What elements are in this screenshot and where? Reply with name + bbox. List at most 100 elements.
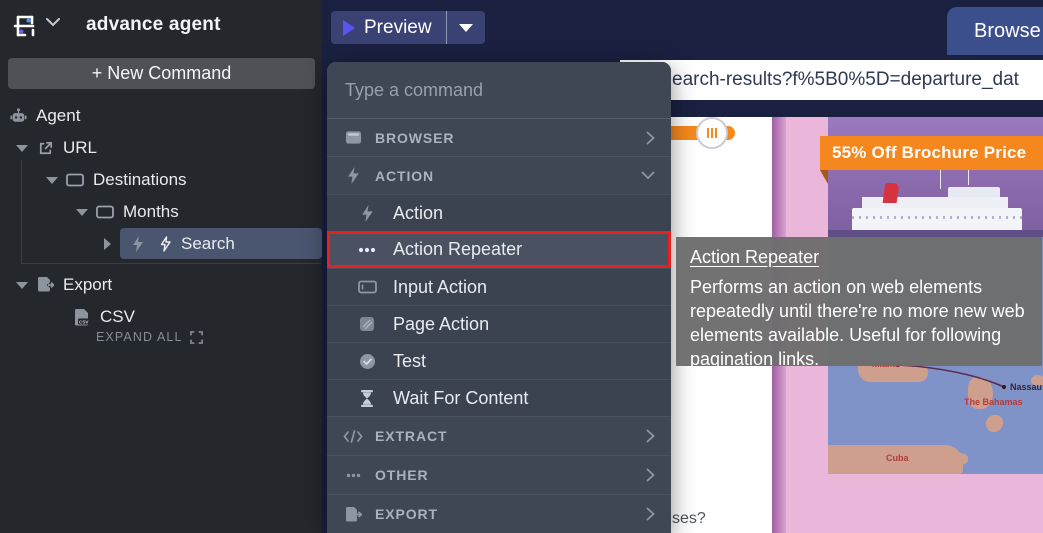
preview-button[interactable]: Preview <box>331 11 446 44</box>
file-export-icon <box>35 275 55 295</box>
page-action-icon <box>357 314 377 334</box>
command-search-wrap[interactable] <box>327 62 671 118</box>
pointer-action-icon <box>155 234 175 254</box>
browser-window-icon <box>343 128 363 148</box>
code-icon <box>343 426 363 446</box>
tree-item-label: Export <box>63 275 112 295</box>
lightning-icon <box>128 234 148 254</box>
chevron-down-icon <box>459 24 473 32</box>
collapse-caret-icon[interactable] <box>76 209 88 216</box>
chevron-right-icon <box>646 131 655 145</box>
menu-section-label: EXPORT <box>375 506 438 522</box>
file-export-icon <box>343 504 363 524</box>
menu-item-label: Input Action <box>393 277 487 298</box>
map-label-bahamas: The Bahamas <box>964 397 1023 407</box>
tree-item-csv[interactable]: CSV CSV <box>72 304 135 330</box>
tree-guide-line <box>21 160 22 263</box>
selected-tree-pill[interactable]: Search <box>120 228 322 259</box>
app-logo[interactable] <box>10 11 40 41</box>
app-window: earch-results?f%5B0%5D=departure_dat 55%… <box>0 0 1043 533</box>
preview-split-button[interactable]: Preview <box>331 11 485 44</box>
agent-title: advance agent <box>86 14 221 36</box>
map-label-nassau: Nassau <box>1010 382 1042 392</box>
test-check-icon <box>357 351 377 371</box>
tree-item-export[interactable]: Export <box>16 272 112 298</box>
chevron-down-icon <box>641 171 655 180</box>
expand-corners-icon <box>190 331 203 344</box>
menu-section-label: ACTION <box>375 168 434 184</box>
chevron-right-icon <box>646 507 655 521</box>
ellipsis-dots-icon <box>357 240 377 260</box>
menu-item-page-action[interactable]: Page Action <box>327 305 671 342</box>
tree-item-label: CSV <box>100 307 135 327</box>
sea-water <box>828 230 1043 237</box>
menu-item-action-repeater[interactable]: Action Repeater <box>327 231 671 268</box>
menu-item-label: Action <box>393 203 443 224</box>
menu-section-label: OTHER <box>375 467 429 483</box>
menu-item-wait-for-content[interactable]: Wait For Content <box>327 379 671 416</box>
map-label-cuba: Cuba <box>886 453 909 463</box>
command-menu: BROWSER ACTION Action Action Repea <box>327 62 671 533</box>
browse-tab[interactable]: Browse <box>947 7 1043 55</box>
lightning-icon <box>357 203 377 223</box>
play-icon <box>343 20 355 36</box>
price-slider-handle[interactable] <box>696 117 728 149</box>
lightning-icon <box>343 166 363 186</box>
menu-section-label: EXTRACT <box>375 428 447 444</box>
menu-section-label: BROWSER <box>375 130 454 146</box>
tree-item-url[interactable]: URL <box>16 135 97 161</box>
command-search-input[interactable] <box>345 80 653 101</box>
menu-section-browser[interactable]: BROWSER <box>327 118 671 156</box>
menu-section-export[interactable]: EXPORT <box>327 494 671 533</box>
promo-badge: 55% Off Brochure Price <box>820 136 1043 170</box>
menu-item-action[interactable]: Action <box>327 194 671 231</box>
input-box-icon <box>65 170 85 190</box>
cruise-ship-photo <box>828 117 1043 237</box>
agent-switcher-chevron-icon[interactable] <box>46 18 60 27</box>
tree-item-search-selected[interactable]: Search <box>104 228 322 259</box>
tree-item-months[interactable]: Months <box>76 199 179 225</box>
menu-item-test[interactable]: Test <box>327 342 671 379</box>
expand-caret-icon[interactable] <box>104 238 111 250</box>
collapse-caret-icon[interactable] <box>16 145 28 152</box>
tree-guide-line <box>21 263 321 264</box>
browser-url-bar[interactable]: earch-results?f%5B0%5D=departure_dat <box>620 60 1043 100</box>
sidebar: advance agent + New Command Agent <box>0 0 322 533</box>
browse-tab-label: Browse <box>974 20 1041 43</box>
tree-item-label: Search <box>181 234 235 254</box>
tree-item-agent[interactable]: Agent <box>8 103 80 129</box>
tree-item-label: Destinations <box>93 170 187 190</box>
url-text: earch-results?f%5B0%5D=departure_dat <box>672 69 1019 91</box>
collapse-caret-icon[interactable] <box>46 177 58 184</box>
menu-section-extract[interactable]: EXTRACT <box>327 416 671 455</box>
menu-item-label: Action Repeater <box>393 239 522 260</box>
robot-icon <box>8 106 28 126</box>
tooltip-title: Action Repeater <box>690 247 1028 268</box>
action-repeater-tooltip: Action Repeater Performs an action on we… <box>676 237 1042 366</box>
ship-mast <box>940 167 941 189</box>
collapse-caret-icon[interactable] <box>16 282 28 289</box>
menu-item-label: Wait For Content <box>393 388 528 409</box>
tree-item-destinations[interactable]: Destinations <box>46 167 187 193</box>
csv-file-icon: CSV <box>72 307 92 327</box>
menu-section-action[interactable]: ACTION <box>327 156 671 194</box>
input-box-icon <box>95 202 115 222</box>
tooltip-body: Performs an action on web elements repea… <box>690 275 1028 371</box>
promo-badge-fold <box>820 170 828 184</box>
menu-section-other[interactable]: OTHER <box>327 455 671 494</box>
preview-dropdown-button[interactable] <box>446 11 485 44</box>
new-command-button[interactable]: + New Command <box>8 58 315 89</box>
expand-all-button[interactable]: EXPAND ALL <box>96 330 203 344</box>
ship-funnel <box>883 183 900 203</box>
tree-item-label: URL <box>63 138 97 158</box>
tree-item-label: Months <box>123 202 179 222</box>
external-link-icon <box>35 138 55 158</box>
menu-item-input-action[interactable]: Input Action <box>327 268 671 305</box>
menu-item-label: Page Action <box>393 314 489 335</box>
ship-hull <box>852 208 1022 232</box>
tree-item-label: Agent <box>36 106 80 126</box>
ellipsis-dots-icon <box>343 465 363 485</box>
expand-all-label: EXPAND ALL <box>96 330 183 344</box>
preview-button-label: Preview <box>364 17 432 39</box>
chevron-right-icon <box>646 429 655 443</box>
